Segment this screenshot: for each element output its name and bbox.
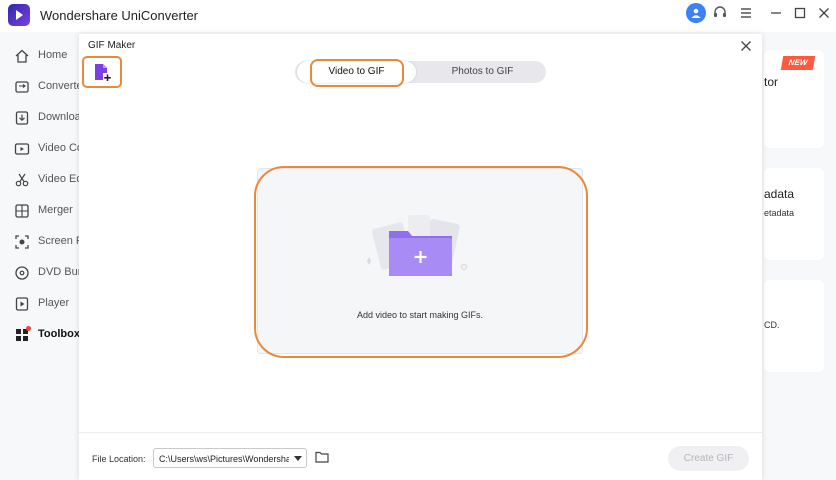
title-bar: Wondershare UniConverter [0,0,836,32]
sidebar-item-label: DVD Bur [38,266,82,278]
maximize-icon[interactable] [790,3,810,23]
app-logo-icon [8,4,30,26]
video-editor-icon [15,173,29,187]
sidebar-item-video-compressor[interactable]: Video Co [0,134,83,164]
card-subtitle-fragment: etadata [764,208,795,218]
video-compressor-icon [14,143,30,155]
drop-zone-hint: Add video to start making GIFs. [356,310,484,320]
sidebar-item-merger[interactable]: Merger [0,196,78,226]
sidebar-item-toolbox[interactable]: Toolbox [0,320,80,350]
sidebar-item-label: Converte [38,80,83,92]
chevron-down-icon [294,456,302,461]
merger-icon [15,204,29,218]
converter-icon [15,81,29,93]
menu-icon[interactable] [736,3,756,23]
sidebar-item-label: Screen R [38,235,84,247]
home-icon [15,49,29,63]
sidebar-item-label: Merger [38,204,73,216]
file-location-value: C:\Users\ws\Pictures\Wondershare UniConv… [159,454,289,464]
gif-maker-dialog: GIF Maker Video to GIF Photos to GIF Add… [79,34,762,480]
new-badge: NEW [780,56,816,70]
sidebar-item-converter[interactable]: Converte [0,72,83,102]
file-location-label: File Location: [92,454,146,464]
sidebar-item-label: Video Co [38,142,84,154]
player-icon [15,297,29,311]
sidebar-item-label: Video Ed [38,173,83,185]
card-title-fragment: tor [764,75,779,89]
sidebar-item-player[interactable]: Player [0,289,78,319]
download-icon [15,111,29,125]
sidebar: Home Converte Downloa Video Co Video Ed … [0,32,84,480]
dialog-title: GIF Maker [88,40,136,51]
card-subtitle-fragment: CD. [764,320,780,330]
sidebar-item-dvd-burner[interactable]: DVD Bur [0,258,82,288]
sidebar-item-label: Player [38,297,70,309]
notification-dot [26,326,31,331]
add-file-icon [95,64,112,82]
close-icon[interactable] [738,38,754,54]
tab-photos-to-gif[interactable]: Photos to GIF [421,61,544,83]
card-title-fragment: adata [764,187,795,201]
dvd-burner-icon [15,266,29,280]
sidebar-item-screen-recorder[interactable]: Screen R [0,227,84,257]
sidebar-item-label: Toolbox [38,328,80,340]
close-window-icon[interactable] [814,3,834,23]
minimize-icon[interactable] [766,3,786,23]
sidebar-item-label: Home [38,49,68,61]
add-folder-icon [367,215,468,276]
sidebar-item-video-editor[interactable]: Video Ed [0,165,82,195]
app-title: Wondershare UniConverter [40,8,198,23]
folder-icon[interactable] [315,451,329,463]
sidebar-item-label: Downloa [38,111,81,123]
user-icon[interactable] [686,3,706,23]
sidebar-item-downloader[interactable]: Downloa [0,103,81,133]
tab-highlight-outline [310,59,404,87]
screen-recorder-icon [15,235,29,249]
footer-divider [79,432,762,433]
create-gif-button[interactable]: Create GIF [668,446,749,471]
file-location-dropdown[interactable]: C:\Users\ws\Pictures\Wondershare UniConv… [153,448,307,468]
sidebar-item-home[interactable]: Home [0,41,78,71]
add-file-button[interactable] [82,56,122,88]
headset-icon[interactable] [710,3,730,23]
